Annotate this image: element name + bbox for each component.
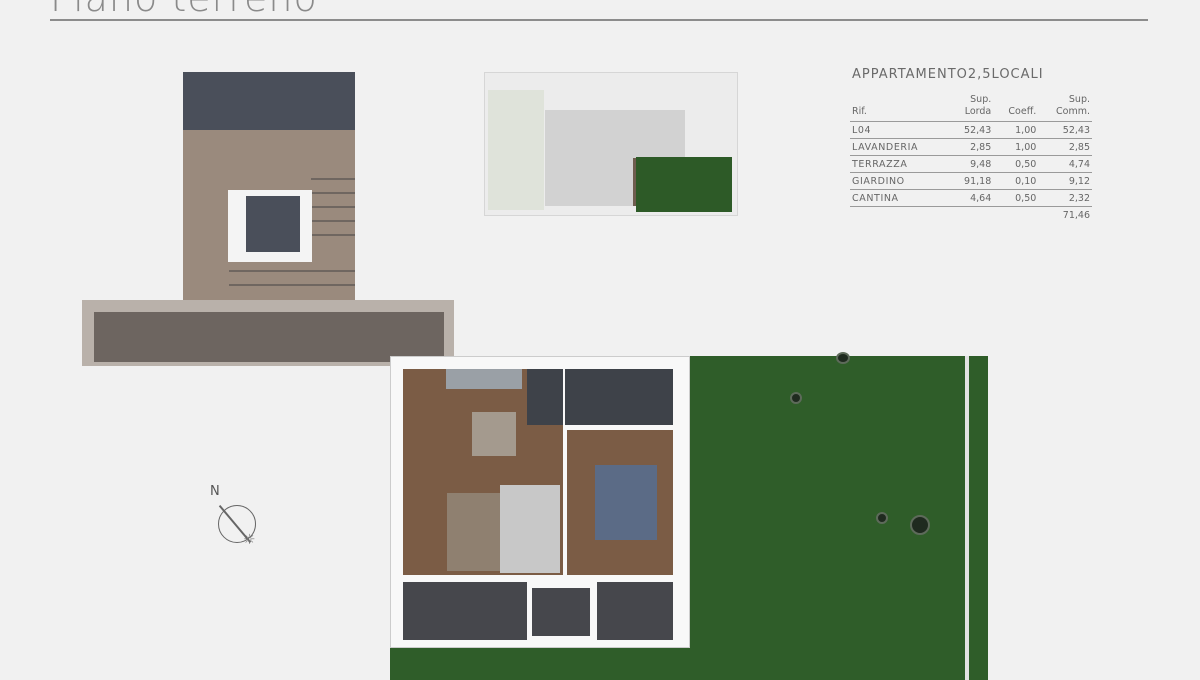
terrace [403, 582, 527, 640]
col-sup-lorda-line2: Lorda [964, 106, 992, 117]
row-name: CANTINA [850, 189, 950, 207]
surface-table: Rif. Sup. Lorda Coeff. Sup. Comm. L04 52… [850, 94, 1092, 223]
table-header-row: Rif. Sup. Lorda Coeff. Sup. Comm. [850, 94, 1092, 122]
total-spacer [850, 206, 950, 223]
table-row: TERRAZZA 9,48 0,50 4,74 [850, 155, 1092, 173]
row-sup-lorda: 2,85 [949, 138, 994, 156]
bed [595, 465, 657, 540]
total-spacer [949, 206, 994, 223]
stair-step [311, 206, 355, 208]
row-sup-comm: 2,85 [1038, 138, 1092, 156]
row-sup-lorda: 52,43 [949, 121, 994, 139]
stair-step [229, 270, 355, 272]
stair-step [311, 220, 355, 222]
row-sup-lorda: 4,64 [949, 189, 994, 207]
stair-step [311, 192, 355, 194]
landing-floor [94, 312, 444, 362]
row-name: LAVANDERIA [850, 138, 950, 156]
compass-north-label: N [210, 484, 220, 499]
terrace-right [597, 582, 673, 640]
total-value: 71,46 [1038, 206, 1092, 223]
col-sup-comm-line1: Sup. [1068, 94, 1090, 105]
kitchen-counter [446, 369, 522, 389]
table-row: L04 52,43 1,00 52,43 [850, 121, 1092, 139]
row-name: TERRAZZA [850, 155, 950, 173]
stair-step [311, 234, 355, 236]
col-coeff: Coeff. [1008, 106, 1037, 117]
stair-step [229, 284, 355, 286]
title-divider [50, 19, 1148, 21]
page-title: Piano terreno [50, 0, 318, 20]
key-plan-garden [636, 157, 732, 212]
row-name: GIARDINO [850, 172, 950, 190]
row-sup-lorda: 91,18 [949, 172, 994, 190]
laundry-room [527, 369, 563, 425]
sofa [500, 485, 560, 573]
table-row: CANTINA 4,64 0,50 2,32 [850, 189, 1092, 207]
tree-icon [836, 352, 850, 364]
bathroom [565, 369, 673, 425]
col-sup-comm: Sup. Comm. [1038, 94, 1092, 122]
row-sup-comm: 52,43 [1038, 121, 1092, 139]
row-coeff: 0,50 [993, 189, 1039, 207]
col-sup-comm-line2: Comm. [1056, 106, 1090, 117]
roof-area [183, 72, 355, 130]
elevator-car [246, 196, 300, 252]
tree-icon [910, 515, 930, 535]
row-coeff: 1,00 [993, 138, 1039, 156]
col-sup-lorda-line1: Sup. [970, 94, 992, 105]
row-sup-comm: 9,12 [1038, 172, 1092, 190]
dining-table [472, 412, 516, 456]
row-sup-lorda: 9,48 [949, 155, 994, 173]
sun-icon: ☼ [243, 532, 256, 548]
garden-boundary [965, 356, 969, 680]
row-sup-comm: 4,74 [1038, 155, 1092, 173]
total-spacer [993, 206, 1039, 223]
apartment-title: APPARTAMENTO2,5LOCALI [852, 67, 1044, 82]
table-row: LAVANDERIA 2,85 1,00 2,85 [850, 138, 1092, 156]
cellar [532, 588, 590, 636]
table-row: GIARDINO 91,18 0,10 9,12 [850, 172, 1092, 190]
key-plan-lawn [488, 90, 544, 210]
row-coeff: 0,50 [993, 155, 1039, 173]
row-sup-comm: 2,32 [1038, 189, 1092, 207]
table-total-row: 71,46 [850, 206, 1092, 223]
tree-icon [876, 512, 888, 524]
tree-icon [790, 392, 802, 404]
private-garden [688, 356, 988, 680]
col-sup-lorda: Sup. Lorda [949, 94, 993, 122]
row-coeff: 0,10 [993, 172, 1039, 190]
col-rif: Rif. [852, 106, 867, 117]
row-coeff: 1,00 [993, 121, 1039, 139]
row-name: L04 [850, 121, 950, 139]
stair-step [311, 178, 355, 180]
